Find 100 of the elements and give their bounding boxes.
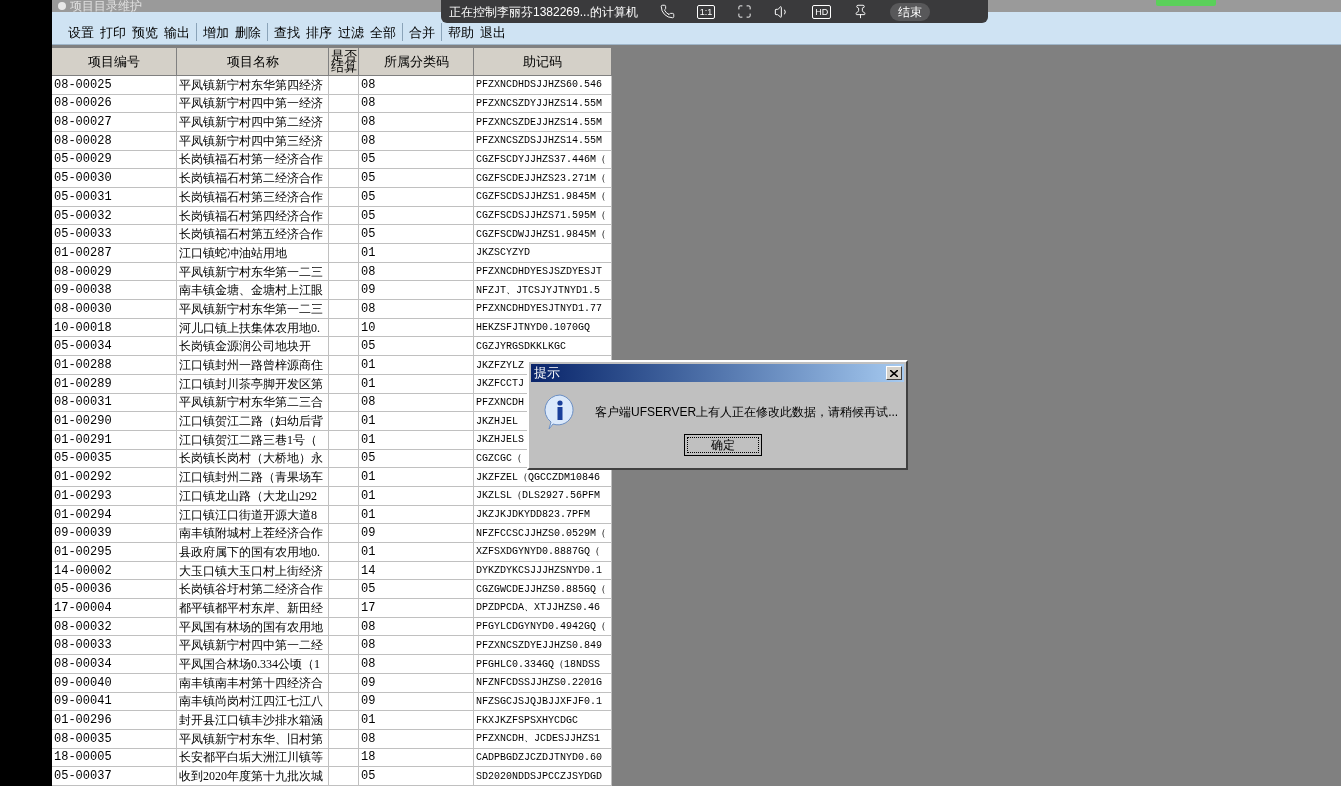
table-cell: 江口镇江口街道开源大道8: [177, 505, 329, 525]
toolbar-button[interactable]: 退出: [480, 24, 506, 40]
table-cell: 08: [359, 655, 474, 674]
table-cell: 平凤镇新宁村东华第一二三: [177, 300, 329, 319]
table-cell: 05: [359, 188, 474, 207]
table-cell: [329, 748, 359, 768]
quality-button[interactable]: HD: [812, 4, 832, 19]
table-cell: 08: [359, 131, 474, 151]
table-cell: 18: [359, 748, 474, 768]
table-cell: 08-00028: [52, 131, 177, 151]
table-cell: [329, 318, 359, 338]
toolbar-button[interactable]: 帮助: [448, 24, 474, 40]
table-cell: 平凤镇新宁村东华、旧村第: [177, 729, 329, 749]
table-cell: 01: [359, 430, 474, 450]
table-cell: 05: [359, 337, 474, 357]
table-cell: 01: [359, 374, 474, 394]
table-cell: 05-00036: [52, 580, 177, 600]
status-indicator: [1156, 0, 1216, 6]
table-cell: 09-00041: [52, 692, 177, 712]
toolbar-button[interactable]: 全部: [370, 24, 396, 40]
table-cell: 平凤镇新宁村四中第三经济: [177, 131, 329, 151]
table-cell: 江口镇封川茶亭脚开发区第: [177, 374, 329, 394]
toolbar-button[interactable]: 合并: [409, 24, 435, 40]
toolbar-button[interactable]: 增加: [203, 24, 229, 40]
phone-icon[interactable]: [659, 4, 675, 19]
table-cell: 18-00005: [52, 748, 177, 768]
table-cell: 平凤镇新宁村东华第四经济: [177, 75, 329, 95]
table-cell: [329, 468, 359, 487]
table-cell: 南丰镇金塘、金塘村上江眼: [177, 281, 329, 301]
table-cell: [329, 617, 359, 637]
toolbar-button[interactable]: 删除: [235, 24, 261, 40]
table-cell: [329, 524, 359, 544]
table-cell: [329, 393, 359, 413]
table-cell: 17: [359, 599, 474, 618]
table-cell: 大玉口镇大玉口村上街经济: [177, 561, 329, 581]
end-button[interactable]: 结束: [890, 2, 931, 21]
table-cell: 08: [359, 75, 474, 95]
table-cell: [329, 131, 359, 151]
table-cell: [329, 206, 359, 226]
table-cell: 01: [359, 505, 474, 525]
ok-button[interactable]: 确定: [683, 434, 762, 456]
table-cell: 08-00025: [52, 75, 177, 95]
table-cell: [329, 412, 359, 431]
table-cell: [329, 561, 359, 581]
table-cell: 长岗镇谷圩村第二经济合作: [177, 580, 329, 600]
table-cell: [329, 505, 359, 525]
column-header[interactable]: 所属分类码: [359, 47, 474, 76]
table-cell: 05-00033: [52, 225, 177, 245]
table-cell: [329, 655, 359, 674]
table-cell: 09: [359, 524, 474, 544]
table-cell: 长岗镇福石村第三经济合作: [177, 188, 329, 207]
table-cell: 南丰镇附城村上茬经济合作: [177, 524, 329, 544]
table-cell: 江口镇蛇冲油站用地: [177, 244, 329, 263]
column-header[interactable]: 项目编号: [52, 47, 177, 76]
actual-size-button[interactable]: 1:1: [696, 4, 716, 19]
toolbar-button[interactable]: 设置: [68, 24, 94, 40]
close-button[interactable]: [886, 366, 902, 380]
toolbar-button[interactable]: 预览: [132, 24, 158, 40]
table-cell: 08: [359, 262, 474, 282]
pin-icon[interactable]: [853, 4, 869, 19]
table-cell: 南丰镇南丰村第十四经济合: [177, 673, 329, 693]
table-cell: 长岗镇福石村第五经济合作: [177, 225, 329, 245]
table-cell: 都平镇都平村东岸、新田经: [177, 599, 329, 618]
table-cell: 05: [359, 580, 474, 600]
table-cell: 01-00290: [52, 412, 177, 431]
table-cell: 09-00038: [52, 281, 177, 301]
toolbar-button[interactable]: 过滤: [338, 24, 364, 40]
table-cell: 08-00033: [52, 636, 177, 656]
toolbar-button[interactable]: 打印: [100, 24, 126, 40]
table-cell: [329, 244, 359, 263]
column-header[interactable]: 是否结算: [329, 47, 359, 76]
table-cell: [329, 188, 359, 207]
table-cell: [329, 729, 359, 749]
fullscreen-icon[interactable]: [737, 4, 753, 19]
info-icon: [543, 394, 577, 430]
table-cell: [329, 300, 359, 319]
table-cell: [329, 225, 359, 245]
table-cell: [329, 692, 359, 712]
table-cell: 14: [359, 561, 474, 581]
table-cell: [329, 356, 359, 375]
table-cell: 09-00039: [52, 524, 177, 544]
table-cell: 01: [359, 711, 474, 730]
table-cell: 01-00293: [52, 487, 177, 506]
table-cell: [329, 169, 359, 188]
column-header[interactable]: 项目名称: [177, 47, 329, 76]
remote-status: 正在控制李丽芬1382269...的计算机: [449, 3, 638, 21]
toolbar-button[interactable]: 排序: [306, 24, 332, 40]
table-cell: 08-00027: [52, 113, 177, 132]
table-cell: 平凤国合林场0.334公顷（1: [177, 655, 329, 674]
table-cell: 08: [359, 300, 474, 319]
table-cell: 08-00031: [52, 393, 177, 413]
window-title: 项目目录维护: [70, 0, 142, 13]
toolbar-button[interactable]: 查找: [274, 24, 300, 40]
table-cell: 河儿口镇上扶集体农用地0.: [177, 318, 329, 338]
table-cell: 05: [359, 150, 474, 170]
table-cell: 长安都平白垢大洲江川镇等: [177, 748, 329, 768]
table-cell: 01-00292: [52, 468, 177, 487]
table-cell: 01: [359, 244, 474, 263]
toolbar-button[interactable]: 输出: [164, 24, 190, 40]
table-cell: 08-00026: [52, 94, 177, 114]
